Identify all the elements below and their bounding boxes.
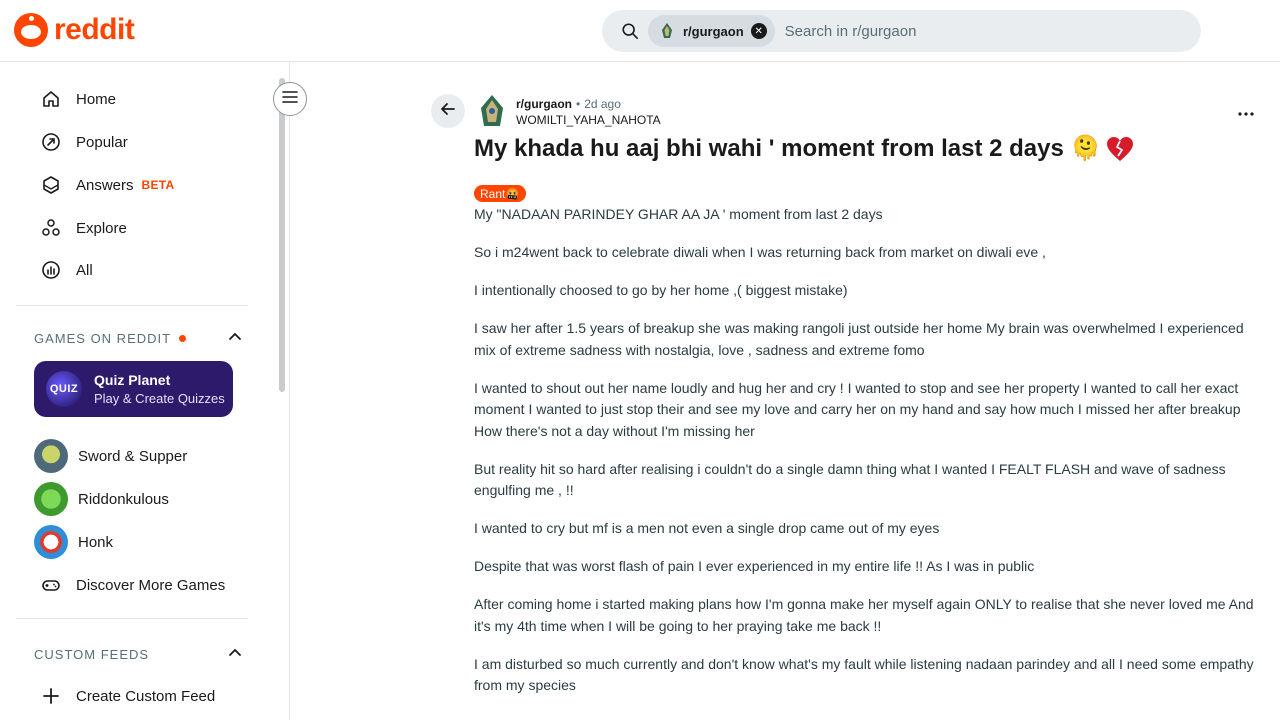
plus-icon	[40, 685, 62, 707]
top-bar: reddit r/gurgaon ✕	[0, 0, 1280, 62]
game-label: Honk	[78, 533, 114, 551]
gamepad-icon	[40, 574, 62, 596]
custom-feeds-header[interactable]: CUSTOM FEEDS	[34, 644, 241, 664]
post-body: My "NADAAN PARINDEY GHAR AA JA ' moment …	[474, 204, 1264, 713]
subreddit-avatar[interactable]	[477, 94, 507, 128]
close-icon[interactable]: ✕	[750, 23, 767, 39]
quiz-planet-card[interactable]: QUIZ Quiz Planet Play & Create Quizzes	[34, 361, 233, 417]
post-flair[interactable]: Rant🤬	[474, 185, 527, 202]
sword-and-supper-avatar	[34, 439, 68, 473]
nav-popular[interactable]: Popular	[16, 122, 248, 162]
nav-answers[interactable]: Answers BETA	[16, 165, 248, 205]
post-author[interactable]: WOMILTI_YAHA_NAHOTA	[516, 113, 661, 127]
nav-answers-label: Answers	[76, 176, 134, 194]
explore-icon	[40, 217, 62, 239]
post-paragraph: I am disturbed so much currently and don…	[474, 655, 1254, 694]
create-custom-feed[interactable]: Create Custom Feed	[40, 678, 215, 714]
quiz-planet-icon: QUIZ	[46, 371, 82, 407]
left-sidebar: Home Popular Answers BETA Explore All GA…	[0, 62, 290, 720]
ellipsis-icon	[1238, 103, 1254, 121]
post-time: 2d ago	[584, 97, 621, 111]
meta-separator: •	[576, 97, 581, 111]
logo-text: reddit	[54, 13, 135, 46]
post-detail: r/gurgaon • 2d ago WOMILTI_YAHA_NAHOTA M…	[291, 62, 1280, 720]
honk-avatar	[34, 525, 68, 559]
nav-explore-label: Explore	[76, 219, 127, 237]
subreddit-link[interactable]: r/gurgaon	[516, 97, 572, 111]
chip-label: r/gurgaon	[683, 23, 744, 39]
post-paragraph: I wanted to cry but mf is a men not even…	[474, 520, 940, 536]
sidebar-scrollbar[interactable]	[279, 78, 285, 392]
nav-explore[interactable]: Explore	[16, 208, 248, 248]
nav-all-label: All	[76, 261, 93, 279]
nav-home-label: Home	[76, 90, 117, 108]
search-input[interactable]	[784, 22, 1145, 40]
quiz-planet-subtitle: Play & Create Quizzes	[94, 391, 225, 406]
post-title-text: My khada hu aaj bhi wahi ' moment from l…	[474, 135, 1101, 162]
post-paragraph: I intentionally choosed to go by her hom…	[474, 282, 848, 298]
riddonkulous-avatar	[34, 482, 68, 516]
games-heading: GAMES ON REDDIT	[34, 330, 172, 346]
game-sword-and-supper[interactable]: Sword & Supper	[34, 438, 187, 474]
subreddit-search-chip[interactable]: r/gurgaon ✕	[648, 15, 775, 47]
subreddit-icon	[658, 22, 676, 40]
sidebar-divider	[16, 305, 248, 306]
reddit-snoo-icon	[14, 13, 48, 47]
games-section-header[interactable]: GAMES ON REDDIT	[34, 328, 241, 348]
quiz-planet-title: Quiz Planet	[94, 372, 171, 388]
popular-icon	[40, 131, 62, 153]
chevron-up-icon[interactable]	[226, 328, 244, 346]
search-icon	[620, 21, 640, 41]
post-paragraph: I wanted to shout out her name loudly an…	[474, 379, 1241, 439]
post-title: My khada hu aaj bhi wahi ' moment from l…	[474, 134, 1254, 163]
sidebar-divider	[16, 618, 248, 619]
home-icon	[40, 88, 62, 110]
search-bar[interactable]: r/gurgaon ✕	[602, 10, 1201, 52]
back-button[interactable]	[431, 94, 465, 128]
all-icon	[40, 259, 62, 281]
post-paragraph: I saw her after 1.5 years of breakup she…	[474, 320, 1244, 358]
arrow-left-icon	[440, 101, 456, 122]
create-feed-label: Create Custom Feed	[76, 687, 216, 705]
nav-all[interactable]: All	[16, 250, 248, 290]
game-honk[interactable]: Honk	[34, 524, 113, 560]
post-paragraph: Despite that was worst flash of pain I e…	[474, 558, 1035, 574]
post-paragraph: But reality hit so hard after realising …	[474, 460, 1226, 499]
post-meta: r/gurgaon • 2d ago WOMILTI_YAHA_NAHOTA	[516, 97, 661, 127]
nav-popular-label: Popular	[76, 133, 128, 151]
discover-more-games[interactable]: Discover More Games	[40, 567, 225, 603]
post-paragraph: So i m24went back to celebrate diwali wh…	[474, 244, 1046, 260]
game-riddonkulous[interactable]: Riddonkulous	[34, 481, 169, 517]
reddit-logo[interactable]: reddit	[14, 13, 135, 47]
beta-badge: BETA	[141, 178, 175, 192]
custom-feeds-heading: CUSTOM FEEDS	[34, 646, 150, 662]
more-options-button[interactable]	[1231, 100, 1261, 124]
game-label: Sword & Supper	[78, 447, 188, 465]
post-paragraph: After coming home i started making plans…	[474, 596, 1254, 634]
answers-icon	[40, 174, 62, 196]
new-indicator-dot	[179, 334, 187, 342]
post-paragraph: My "NADAAN PARINDEY GHAR AA JA ' moment …	[474, 206, 883, 222]
game-label: Riddonkulous	[78, 490, 169, 508]
game-label: Discover More Games	[76, 576, 226, 594]
broken-heart-icon	[1106, 136, 1134, 162]
nav-home[interactable]: Home	[16, 79, 248, 119]
chevron-up-icon[interactable]	[226, 644, 244, 662]
